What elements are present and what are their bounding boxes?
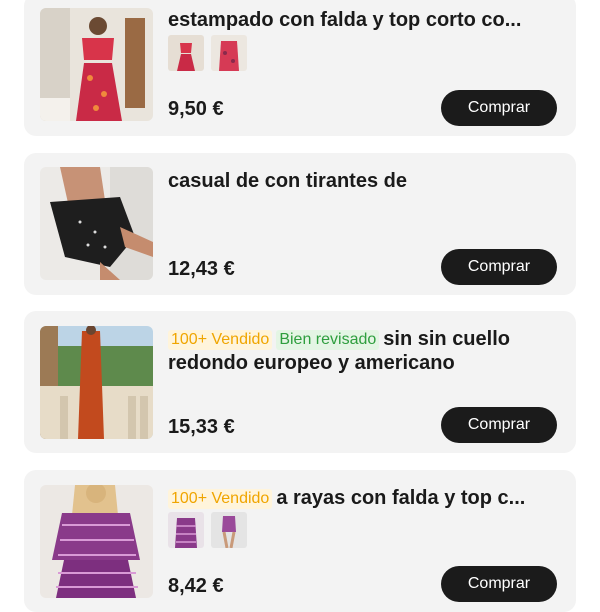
review-badge: Bien revisado	[276, 330, 380, 350]
product-title[interactable]: 100+ Vendido a rayas con falda y top c...	[168, 486, 552, 510]
product-image[interactable]	[40, 326, 153, 439]
product-image[interactable]	[40, 8, 153, 121]
product-title[interactable]: casual de con tirantes de	[168, 169, 552, 193]
buy-button[interactable]: Comprar	[441, 407, 557, 443]
sold-badge: 100+ Vendido	[168, 489, 273, 509]
product-price: 9,50 €	[168, 98, 224, 120]
product-title[interactable]: estampado con falda y top corto co...	[168, 8, 552, 32]
product-price: 15,33 €	[168, 416, 235, 438]
product-title[interactable]: 100+ Vendido Bien revisado sin sin cuello …	[168, 327, 552, 375]
product-price: 12,43 €	[168, 258, 235, 280]
product-price: 8,42 €	[168, 575, 224, 597]
variant-thumbnail[interactable]	[211, 35, 247, 71]
variant-thumbnail[interactable]	[168, 35, 204, 71]
product-image[interactable]	[40, 485, 153, 598]
product-card[interactable]: casual de con tirantes de 12,43 € Compra…	[24, 153, 576, 295]
product-card[interactable]: 100+ Vendido Bien revisado sin sin cuello …	[24, 311, 576, 453]
buy-button[interactable]: Comprar	[441, 249, 557, 285]
product-card[interactable]: estampado con falda y top corto co... 9,…	[24, 0, 576, 136]
sold-badge: 100+ Vendido	[168, 330, 273, 350]
product-title-text: a rayas con falda y top c...	[276, 487, 526, 509]
product-image[interactable]	[40, 167, 153, 280]
buy-button[interactable]: Comprar	[441, 90, 557, 126]
buy-button[interactable]: Comprar	[441, 566, 557, 602]
product-card[interactable]: 100+ Vendido a rayas con falda y top c...…	[24, 470, 576, 612]
variant-thumbnail[interactable]	[211, 512, 247, 548]
variant-thumbnail[interactable]	[168, 512, 204, 548]
